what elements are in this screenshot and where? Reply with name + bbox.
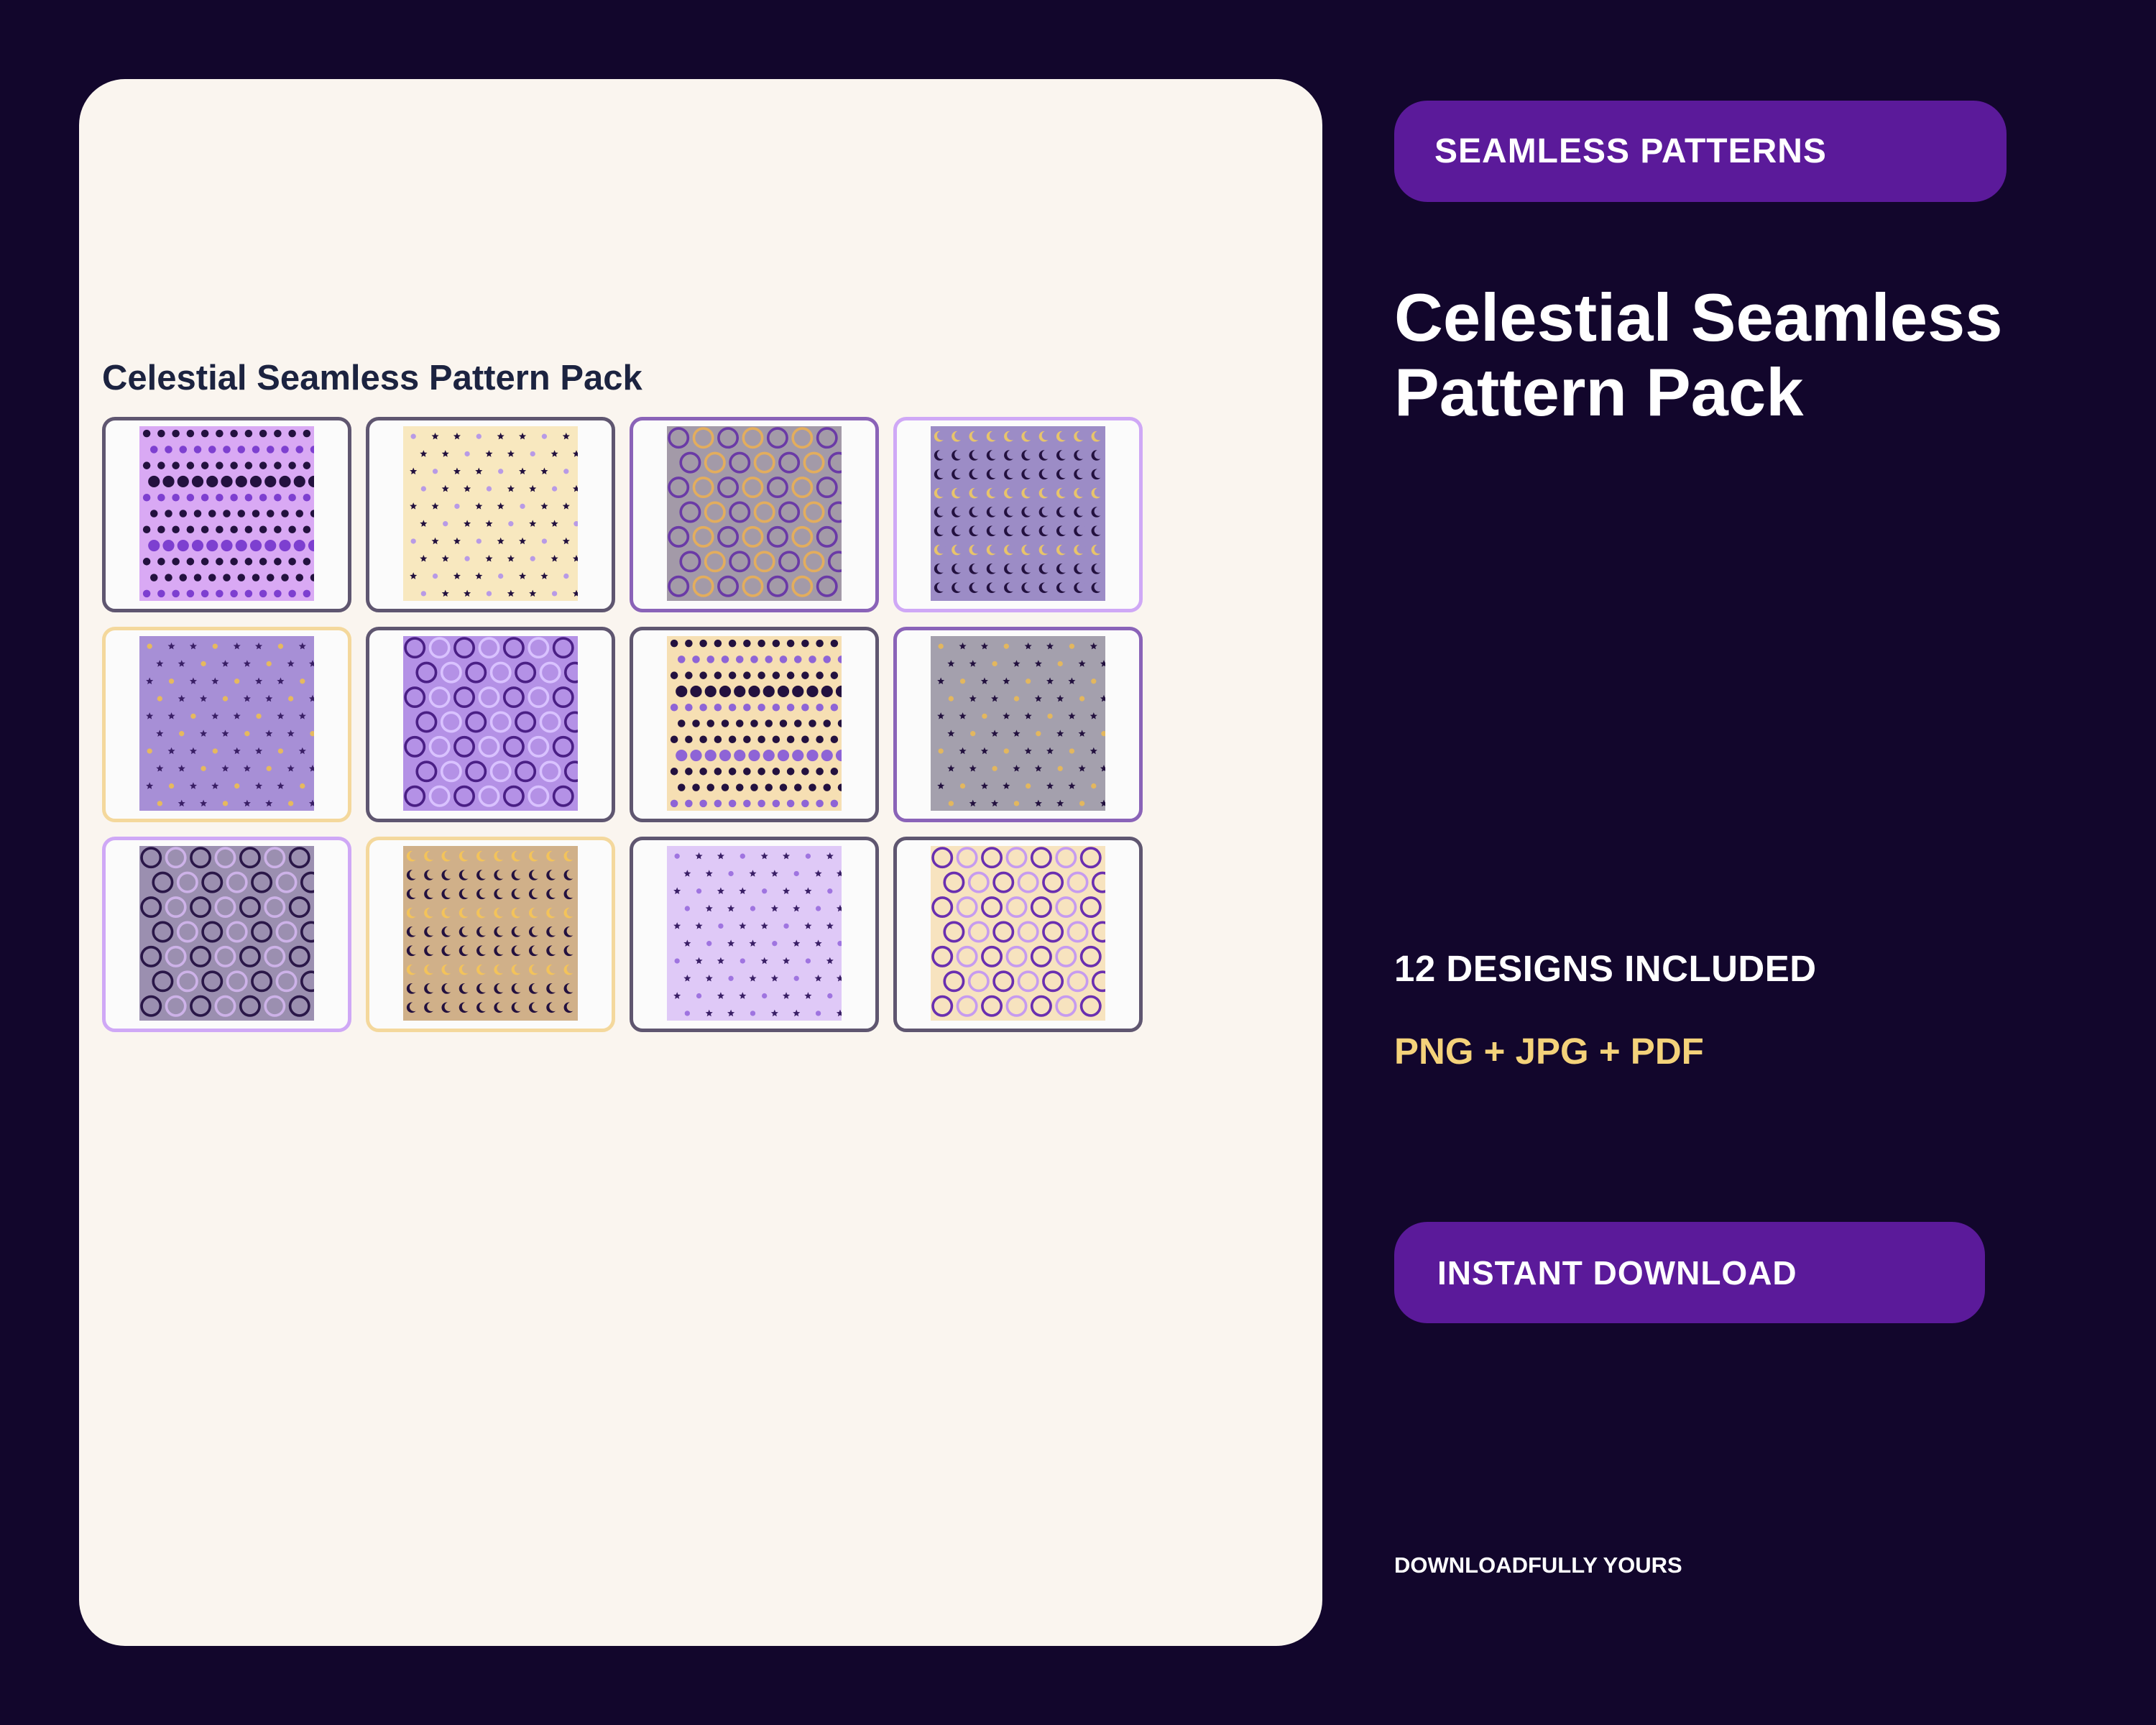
file-formats: PNG + JPG + PDF [1394,1031,1704,1072]
pattern-swatch [667,426,842,601]
brand-name: DOWNLOADFULLY YOURS [1394,1552,1682,1578]
pattern-thumb-grey-stars[interactable] [893,627,1143,822]
pattern-thumb-cream-dots[interactable] [630,627,879,822]
pattern-thumb-purple-rings[interactable] [366,627,615,822]
pattern-thumb-dark-rings[interactable] [102,837,351,1032]
pattern-swatch [667,636,842,811]
pattern-thumb-rings[interactable] [630,417,879,612]
pattern-swatch [403,846,578,1021]
pattern-swatch [931,636,1105,811]
pattern-thumb-lavender-stars[interactable] [102,627,351,822]
pattern-swatch [931,426,1105,601]
category-tag: SEAMLESS PATTERNS [1394,101,2007,202]
pattern-thumb-tiny-stars[interactable] [366,417,615,612]
pattern-swatch [139,636,314,811]
pattern-swatch [139,426,314,601]
category-tag-label: SEAMLESS PATTERNS [1434,132,1827,170]
pattern-thumb-dots-rows[interactable] [102,417,351,612]
pattern-thumb-gold-moons[interactable] [366,837,615,1032]
instant-download-button[interactable]: INSTANT DOWNLOAD [1394,1222,1985,1323]
pattern-swatch [667,846,842,1021]
pattern-thumb-cream-rings[interactable] [893,837,1143,1032]
pattern-swatch [403,636,578,811]
instant-download-label: INSTANT DOWNLOAD [1437,1254,1797,1292]
pattern-swatch [403,426,578,601]
pattern-thumb-lilac-stars[interactable] [630,837,879,1032]
card-title: Celestial Seamless Pattern Pack [102,359,642,397]
pattern-swatch [931,846,1105,1021]
pattern-swatch [139,846,314,1021]
pattern-thumb-moon-phases[interactable] [893,417,1143,612]
designs-count: 12 DESIGNS INCLUDED [1394,948,1817,989]
pattern-grid [102,417,1143,1032]
product-headline: Celestial Seamless Pattern Pack [1394,280,2003,430]
